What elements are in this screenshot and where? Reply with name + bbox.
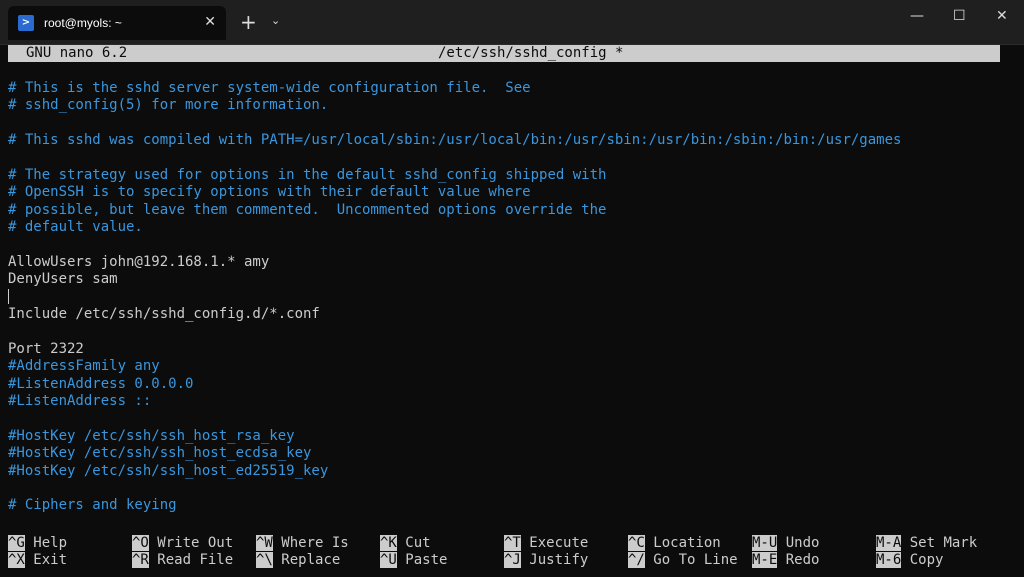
shortcut-key: ^C	[628, 535, 645, 551]
shortcut-label: Location	[653, 535, 721, 551]
comment-line[interactable]: #ListenAddress ::	[8, 393, 1008, 410]
shortcut-exit[interactable]: ^X Exit	[8, 552, 67, 569]
config-line[interactable]	[8, 323, 1008, 340]
shortcut-label: Go To Line	[653, 552, 738, 569]
shortcut-help[interactable]: ^G Help	[8, 535, 67, 552]
shortcut-key: M-6	[876, 552, 902, 569]
shortcut-justify[interactable]: ^J Justify	[504, 552, 588, 569]
comment-line[interactable]: #HostKey /etc/ssh/ssh_host_ecdsa_key	[8, 445, 1008, 462]
shortcut-copy[interactable]: M-6 Copy	[876, 552, 943, 569]
shortcut-key: ^T	[504, 535, 521, 551]
nano-header-bar: GNU nano 6.2 /etc/ssh/sshd_config *	[8, 45, 1000, 62]
maximize-button[interactable]: ☐	[953, 8, 966, 24]
comment-line[interactable]: # This sshd was compiled with PATH=/usr/…	[8, 132, 1008, 149]
config-line[interactable]	[8, 115, 1008, 132]
new-tab-button[interactable]: +	[240, 10, 257, 34]
config-line[interactable]: Include /etc/ssh/sshd_config.d/*.conf	[8, 306, 1008, 323]
shortcut-cut[interactable]: ^K Cut	[380, 535, 431, 552]
shortcut-label: Execute	[529, 535, 589, 551]
window-titlebar: > root@myols: ~ ✕ + ⌄ — ☐ ✕	[0, 0, 1024, 45]
comment-line[interactable]: # Ciphers and keying	[8, 497, 1008, 514]
shortcut-key: ^O	[132, 535, 149, 551]
shortcut-key: M-U	[752, 535, 778, 551]
shortcut-label: Cut	[405, 535, 431, 551]
shortcut-go-to-line[interactable]: ^/ Go To Line	[628, 552, 738, 569]
shortcut-location[interactable]: ^C Location	[628, 535, 721, 552]
shortcut-key: ^R	[132, 552, 149, 569]
tab-dropdown-button[interactable]: ⌄	[271, 14, 280, 27]
shortcut-label: Write Out	[157, 535, 234, 551]
cursor-line[interactable]	[8, 289, 1008, 306]
shortcut-label: Replace	[281, 552, 341, 569]
tab-close-button[interactable]: ✕	[204, 14, 216, 30]
shortcut-label: Undo	[785, 535, 820, 551]
shortcut-label: Help	[33, 535, 68, 551]
shortcut-label: Copy	[909, 552, 944, 569]
powershell-icon: >	[18, 15, 34, 31]
shortcut-key: ^U	[380, 552, 397, 569]
nano-version: GNU nano 6.2	[26, 45, 128, 61]
comment-line[interactable]: # The strategy used for options in the d…	[8, 167, 1008, 184]
shortcut-label: Redo	[785, 552, 820, 569]
shortcut-read-file[interactable]: ^R Read File	[132, 552, 233, 569]
comment-line[interactable]: #HostKey /etc/ssh/ssh_host_rsa_key	[8, 428, 1008, 445]
shortcut-label: Justify	[529, 552, 589, 569]
terminal-tab[interactable]: > root@myols: ~ ✕	[8, 6, 226, 40]
shortcut-label: Paste	[405, 552, 448, 569]
shortcut-label: Set Mark	[909, 535, 978, 551]
config-line[interactable]: AllowUsers john@192.168.1.* amy	[8, 254, 1008, 271]
tab-title: root@myols: ~	[44, 16, 122, 30]
config-line[interactable]	[8, 237, 1008, 254]
shortcut-replace[interactable]: ^\ Replace	[256, 552, 340, 569]
shortcut-key: ^K	[380, 535, 397, 551]
file-name: /etc/ssh/sshd_config *	[438, 45, 624, 61]
text-cursor	[8, 289, 9, 305]
comment-line[interactable]: #AddressFamily any	[8, 358, 1008, 375]
shortcut-paste[interactable]: ^U Paste	[380, 552, 447, 569]
shortcut-write-out[interactable]: ^O Write Out	[132, 535, 233, 552]
comment-line[interactable]: # default value.	[8, 219, 1008, 236]
shortcut-bar: ^G Help ^X Exit ^O Write Out ^R Read File ^W…	[8, 535, 1018, 569]
comment-line[interactable]: # This is the sshd server system-wide co…	[8, 80, 1008, 97]
shortcut-key: M-E	[752, 552, 778, 569]
shortcut-key: ^X	[8, 552, 25, 569]
shortcut-execute[interactable]: ^T Execute	[504, 535, 588, 552]
shortcut-key: ^\	[256, 552, 273, 569]
shortcut-key: ^W	[256, 535, 273, 551]
shortcut-set-mark[interactable]: M-A Set Mark	[876, 535, 977, 552]
comment-line[interactable]: #HostKey /etc/ssh/ssh_host_ed25519_key	[8, 463, 1008, 480]
comment-line[interactable]: #ListenAddress 0.0.0.0	[8, 376, 1008, 393]
shortcut-label: Read File	[157, 552, 234, 569]
editor-text-area[interactable]: # This is the sshd server system-wide co…	[8, 80, 1008, 515]
config-line[interactable]	[8, 410, 1008, 427]
shortcut-label: Exit	[33, 552, 68, 569]
close-button[interactable]: ✕	[996, 8, 1008, 24]
minimize-button[interactable]: —	[910, 8, 924, 24]
config-line[interactable]	[8, 150, 1008, 167]
shortcut-undo[interactable]: M-U Undo	[752, 535, 819, 552]
comment-line[interactable]: # OpenSSH is to specify options with the…	[8, 184, 1008, 201]
shortcut-redo[interactable]: M-E Redo	[752, 552, 819, 569]
config-line[interactable]: DenyUsers sam	[8, 271, 1008, 288]
config-line[interactable]: Port 2322	[8, 341, 1008, 358]
shortcut-where-is[interactable]: ^W Where Is	[256, 535, 349, 552]
shortcut-key: ^G	[8, 535, 25, 551]
comment-line[interactable]: # possible, but leave them commented. Un…	[8, 202, 1008, 219]
shortcut-label: Where Is	[281, 535, 349, 551]
config-line[interactable]	[8, 480, 1008, 497]
shortcut-key: M-A	[876, 535, 902, 551]
comment-line[interactable]: # sshd_config(5) for more information.	[8, 97, 1008, 114]
shortcut-key: ^J	[504, 552, 521, 569]
shortcut-key: ^/	[628, 552, 645, 569]
